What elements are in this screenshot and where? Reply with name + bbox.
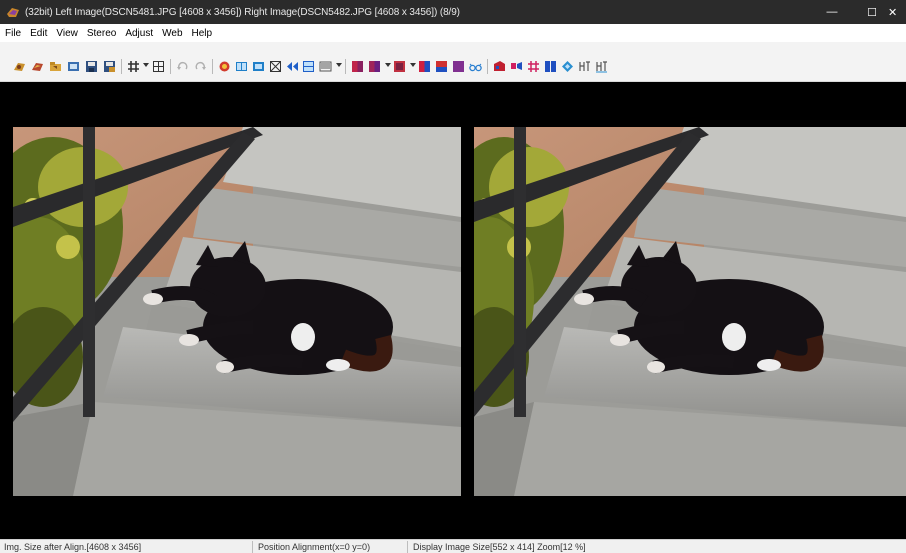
toolbar bbox=[0, 42, 906, 82]
open-video-icon[interactable] bbox=[67, 60, 80, 73]
grid-hash-icon[interactable] bbox=[527, 60, 540, 73]
anaglyph-dropdown[interactable] bbox=[385, 63, 391, 67]
anaglyph-red-cyan-icon[interactable] bbox=[351, 60, 364, 73]
menu-edit[interactable]: Edit bbox=[30, 28, 47, 39]
overunder-icon[interactable] bbox=[302, 60, 315, 73]
anaglyph-gray-icon[interactable] bbox=[368, 60, 381, 73]
toolbar-separator bbox=[345, 59, 346, 74]
redo-icon[interactable] bbox=[194, 60, 207, 73]
html-export-icon[interactable] bbox=[578, 60, 591, 73]
crop-icon[interactable] bbox=[269, 60, 282, 73]
status-aligned-size: Img. Size after Align.[4608 x 3456] bbox=[4, 542, 142, 552]
open-multi-icon[interactable] bbox=[31, 60, 44, 73]
status-bar: Img. Size after Align.[4608 x 3456] Posi… bbox=[0, 539, 906, 553]
diamond-icon[interactable] bbox=[561, 60, 574, 73]
menu-file[interactable]: File bbox=[5, 28, 21, 39]
anaglyph-dubois-icon[interactable] bbox=[393, 60, 406, 73]
anaglyph-color-icon[interactable] bbox=[418, 60, 431, 73]
save-icon[interactable] bbox=[85, 60, 98, 73]
undo-icon[interactable] bbox=[176, 60, 189, 73]
side-by-side-icon[interactable] bbox=[235, 60, 248, 73]
title-bar: (32bit) Left Image(DSCN5481.JPG [4608 x … bbox=[0, 0, 906, 24]
maximize-button[interactable]: ☐ bbox=[852, 0, 892, 24]
stereo-card-icon[interactable] bbox=[493, 60, 506, 73]
menu-adjust[interactable]: Adjust bbox=[125, 28, 153, 39]
toolbar-separator bbox=[170, 59, 171, 74]
view-mode-dropdown[interactable] bbox=[336, 63, 342, 67]
menu-stereo[interactable]: Stereo bbox=[87, 28, 116, 39]
wiggle-icon[interactable] bbox=[510, 60, 523, 73]
anaglyph-green-magenta-icon[interactable] bbox=[452, 60, 465, 73]
glasses-icon[interactable] bbox=[469, 60, 482, 73]
toolbar-separator bbox=[121, 59, 122, 74]
toolbar-separator bbox=[487, 59, 488, 74]
adjust-color-icon[interactable] bbox=[218, 60, 231, 73]
close-button[interactable]: ✕ bbox=[888, 0, 906, 24]
status-display-size: Display Image Size[552 x 414] Zoom[12 %] bbox=[413, 542, 586, 552]
save-as-icon[interactable] bbox=[103, 60, 116, 73]
interlaced-icon[interactable] bbox=[319, 60, 332, 73]
menu-view[interactable]: View bbox=[56, 28, 78, 39]
left-image[interactable] bbox=[13, 127, 461, 496]
status-divider bbox=[252, 541, 253, 553]
status-divider bbox=[407, 541, 408, 553]
menu-web[interactable]: Web bbox=[162, 28, 182, 39]
anaglyph-type-dropdown[interactable] bbox=[410, 63, 416, 67]
window-title: (32bit) Left Image(DSCN5481.JPG [4608 x … bbox=[25, 6, 460, 18]
auto-align-icon[interactable] bbox=[127, 60, 140, 73]
stereo-viewport[interactable] bbox=[0, 82, 906, 539]
open-folder-icon[interactable] bbox=[49, 60, 62, 73]
columns-icon[interactable] bbox=[544, 60, 557, 73]
grid-icon[interactable] bbox=[152, 60, 165, 73]
stereophoto-maker-icon bbox=[6, 5, 20, 19]
status-position-alignment: Position Alignment(x=0 y=0) bbox=[258, 542, 371, 552]
toolbar-separator bbox=[212, 59, 213, 74]
swap-icon[interactable] bbox=[286, 60, 299, 73]
single-image-icon[interactable] bbox=[252, 60, 265, 73]
open-stereo-icon[interactable] bbox=[13, 60, 26, 73]
anaglyph-yellow-blue-icon[interactable] bbox=[435, 60, 448, 73]
menu-help[interactable]: Help bbox=[192, 28, 213, 39]
menu-bar: File Edit View Stereo Adjust Web Help bbox=[0, 24, 906, 42]
align-dropdown[interactable] bbox=[143, 63, 149, 67]
minimize-button[interactable]: — bbox=[812, 0, 852, 24]
right-image[interactable] bbox=[474, 127, 906, 496]
html-web-icon[interactable] bbox=[595, 60, 608, 73]
